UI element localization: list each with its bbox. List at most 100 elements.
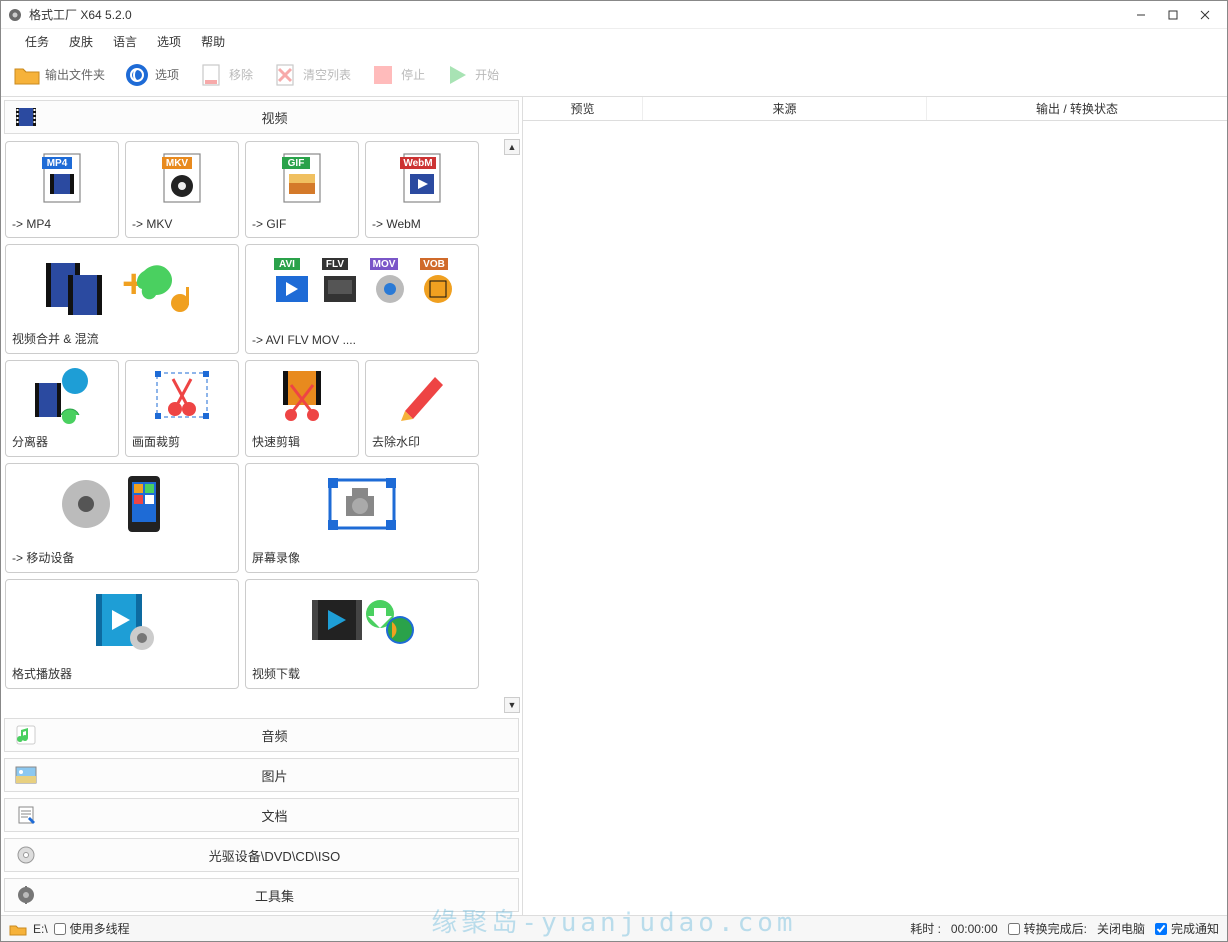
- options-button[interactable]: 选项: [117, 59, 185, 91]
- category-image-label: 图片: [41, 766, 508, 785]
- tile-dewatermark[interactable]: 去除水印: [365, 360, 479, 457]
- tile-crop[interactable]: 画面裁剪: [125, 360, 239, 457]
- svg-text:MKV: MKV: [166, 158, 189, 169]
- app-icon: [7, 7, 23, 23]
- tile-crop-label: 画面裁剪: [126, 429, 238, 456]
- tile-mobile-label: -> 移动设备: [6, 545, 238, 572]
- titlebar: 格式工厂 X64 5.2.0: [1, 1, 1227, 29]
- tile-multi-format[interactable]: AVI FLV MOV VOB -> AVI FLV MOV ....: [245, 244, 479, 354]
- tile-mkv-label: -> MKV: [126, 213, 238, 237]
- tile-download-label: 视频下载: [246, 661, 478, 688]
- multithread-checkbox[interactable]: 使用多线程: [54, 920, 130, 937]
- col-source[interactable]: 来源: [643, 97, 927, 120]
- picture-icon: [15, 764, 37, 786]
- options-icon: [123, 61, 151, 89]
- svg-text:FLV: FLV: [326, 259, 344, 270]
- drive-path[interactable]: E:\: [33, 922, 48, 936]
- tile-mkv[interactable]: MKV -> MKV: [125, 141, 239, 238]
- category-panel: 视频 ▲ MP4 -> MP4 MKV -> MKV GIF: [1, 97, 523, 915]
- menu-help[interactable]: 帮助: [191, 30, 235, 53]
- scroll-up-button[interactable]: ▲: [504, 139, 520, 155]
- stop-button[interactable]: 停止: [363, 59, 431, 91]
- statusbar: E:\ 使用多线程 耗时 : 00:00:00 转换完成后: 关闭电脑 完成通知: [1, 915, 1227, 941]
- tile-quickcut-label: 快速剪辑: [246, 429, 358, 456]
- tile-gif-label: -> GIF: [246, 213, 358, 237]
- category-document-label: 文档: [41, 806, 508, 825]
- tile-screenrec-label: 屏幕录像: [246, 545, 478, 572]
- tile-download[interactable]: 视频下载: [245, 579, 479, 689]
- disc-icon: [15, 844, 37, 866]
- clear-label: 清空列表: [303, 66, 351, 83]
- doc-icon: [15, 804, 37, 826]
- after-checkbox[interactable]: 转换完成后:: [1008, 920, 1087, 937]
- start-label: 开始: [475, 66, 499, 83]
- menu-task[interactable]: 任务: [15, 30, 59, 53]
- menu-language[interactable]: 语言: [103, 30, 147, 53]
- col-preview[interactable]: 预览: [523, 97, 643, 120]
- output-folder-label: 输出文件夹: [45, 66, 105, 83]
- tile-mobile[interactable]: -> 移动设备: [5, 463, 239, 573]
- play-icon: [443, 61, 471, 89]
- tile-splitter[interactable]: 分离器: [5, 360, 119, 457]
- menubar: 任务 皮肤 语言 选项 帮助: [1, 29, 1227, 53]
- category-audio-label: 音频: [41, 726, 508, 745]
- category-audio[interactable]: 音频: [4, 718, 519, 752]
- svg-text:WebM: WebM: [403, 158, 432, 169]
- svg-text:GIF: GIF: [288, 158, 305, 169]
- category-disc-label: 光驱设备\DVD\CD\ISO: [41, 846, 508, 865]
- menu-options[interactable]: 选项: [147, 30, 191, 53]
- video-tiles: ▲ MP4 -> MP4 MKV -> MKV GIF -> GIF: [1, 137, 522, 715]
- col-status[interactable]: 输出 / 转换状态: [927, 97, 1227, 120]
- tile-mp4[interactable]: MP4 -> MP4: [5, 141, 119, 238]
- after-label: 转换完成后:: [1024, 920, 1087, 937]
- category-video[interactable]: 视频: [4, 100, 519, 134]
- menu-skin[interactable]: 皮肤: [59, 30, 103, 53]
- task-list-body: [523, 121, 1227, 915]
- svg-text:VOB: VOB: [423, 259, 445, 270]
- svg-text:MP4: MP4: [47, 158, 68, 169]
- category-video-label: 视频: [41, 108, 508, 127]
- tools-icon: [15, 884, 37, 906]
- window-title: 格式工厂 X64 5.2.0: [29, 6, 1125, 23]
- tile-screenrec[interactable]: 屏幕录像: [245, 463, 479, 573]
- tile-dewatermark-label: 去除水印: [366, 429, 478, 456]
- tile-player[interactable]: 格式播放器: [5, 579, 239, 689]
- tile-webm-label: -> WebM: [366, 213, 478, 237]
- tile-merge-label: 视频合并 & 混流: [6, 326, 238, 353]
- drive-icon: [9, 922, 27, 936]
- close-button[interactable]: [1189, 4, 1221, 26]
- notify-checkbox[interactable]: 完成通知: [1155, 920, 1219, 937]
- multithread-label: 使用多线程: [70, 920, 130, 937]
- clear-list-button[interactable]: 清空列表: [265, 59, 357, 91]
- maximize-button[interactable]: [1157, 4, 1189, 26]
- stop-label: 停止: [401, 66, 425, 83]
- stop-icon: [369, 61, 397, 89]
- notify-label: 完成通知: [1171, 920, 1219, 937]
- options-label: 选项: [155, 66, 179, 83]
- remove-button[interactable]: 移除: [191, 59, 259, 91]
- category-image[interactable]: 图片: [4, 758, 519, 792]
- scroll-down-button[interactable]: ▼: [504, 697, 520, 713]
- tile-multi-label: -> AVI FLV MOV ....: [246, 329, 478, 353]
- svg-text:AVI: AVI: [279, 259, 295, 270]
- category-document[interactable]: 文档: [4, 798, 519, 832]
- category-disc[interactable]: 光驱设备\DVD\CD\ISO: [4, 838, 519, 872]
- tile-splitter-label: 分离器: [6, 429, 118, 456]
- tile-gif[interactable]: GIF -> GIF: [245, 141, 359, 238]
- remove-label: 移除: [229, 66, 253, 83]
- category-tools[interactable]: 工具集: [4, 878, 519, 912]
- output-folder-button[interactable]: 输出文件夹: [7, 59, 111, 91]
- task-list-panel: 预览 来源 输出 / 转换状态: [523, 97, 1227, 915]
- start-button[interactable]: 开始: [437, 59, 505, 91]
- tile-webm[interactable]: WebM -> WebM: [365, 141, 479, 238]
- note-icon: [15, 724, 37, 746]
- shutdown-label: 关闭电脑: [1097, 920, 1145, 937]
- category-tools-label: 工具集: [41, 886, 508, 905]
- tile-merge[interactable]: + 视频合并 & 混流: [5, 244, 239, 354]
- minimize-button[interactable]: [1125, 4, 1157, 26]
- tile-player-label: 格式播放器: [6, 661, 238, 688]
- elapsed-label: 耗时 :: [910, 920, 941, 937]
- tile-mp4-label: -> MP4: [6, 213, 118, 237]
- film-icon: [15, 106, 37, 128]
- tile-quickcut[interactable]: 快速剪辑: [245, 360, 359, 457]
